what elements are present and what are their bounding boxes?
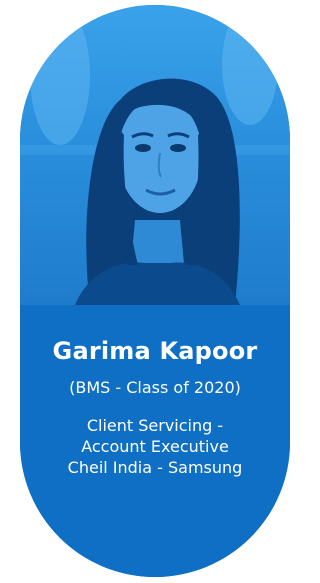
portrait-image — [20, 5, 290, 305]
profile-card: Garima Kapoor (BMS - Class of 2020) Clie… — [20, 5, 290, 577]
profile-name: Garima Kapoor — [52, 337, 258, 365]
profile-info: Garima Kapoor (BMS - Class of 2020) Clie… — [20, 305, 290, 577]
profile-photo — [20, 5, 290, 305]
profile-role: Client Servicing - Account Executive Che… — [20, 415, 290, 478]
role-line: Account Executive — [81, 437, 229, 456]
role-line: Cheil India - Samsung — [67, 458, 243, 477]
profile-class: (BMS - Class of 2020) — [69, 378, 241, 397]
role-line: Client Servicing - — [86, 416, 224, 435]
